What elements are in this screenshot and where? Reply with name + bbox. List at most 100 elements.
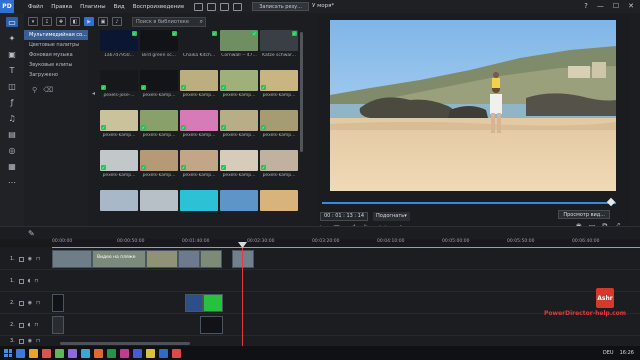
taskbar-app-icon[interactable] xyxy=(146,348,155,358)
taskbar-app-icon[interactable] xyxy=(133,348,142,358)
filter-audio-icon[interactable]: ♪ xyxy=(112,17,122,26)
media-item[interactable]: ✓ Chaika Kitch... xyxy=(180,30,218,58)
maximize-icon[interactable]: ☐ xyxy=(613,2,619,10)
visibility-icon[interactable]: ◉ xyxy=(28,256,32,262)
media-item[interactable]: ✓ pexels-kamp... xyxy=(100,110,138,138)
media-item[interactable]: ✓ pexels-kamp... xyxy=(260,150,298,178)
menu-file[interactable]: Файл xyxy=(28,4,43,10)
taskbar-app-icon[interactable] xyxy=(94,348,103,358)
title-room-icon[interactable]: T xyxy=(6,65,18,75)
track-checkbox[interactable] xyxy=(18,338,24,344)
media-item[interactable] xyxy=(100,190,138,213)
lock-icon[interactable]: ⊓ xyxy=(36,338,40,344)
media-content-dropdown-icon[interactable]: ▾ xyxy=(28,17,38,26)
audio-mixing-icon[interactable]: ♫ xyxy=(6,113,18,123)
timeline-clip[interactable] xyxy=(200,250,222,268)
audio-icon[interactable]: ◖ xyxy=(28,322,31,328)
track-checkbox[interactable] xyxy=(18,322,24,328)
menu-playback[interactable]: Воспроизведение xyxy=(133,4,184,10)
media-item[interactable]: ✓ pexels-kamp... xyxy=(220,110,258,138)
import-media-icon[interactable]: ↧ xyxy=(42,17,52,26)
delete-tag-icon[interactable]: ⌫ xyxy=(43,86,53,94)
menu-edit[interactable]: Правка xyxy=(51,4,72,10)
taskbar-app-icon[interactable] xyxy=(16,348,25,358)
category-media-content[interactable]: Мультимедийная со... xyxy=(24,30,88,40)
timeline-clip[interactable] xyxy=(185,294,203,312)
taskbar-app-icon[interactable] xyxy=(159,348,168,358)
category-downloaded[interactable]: Загружено xyxy=(24,70,88,80)
track-checkbox[interactable] xyxy=(18,300,24,306)
lock-icon[interactable]: ⊓ xyxy=(34,278,38,284)
media-item[interactable]: ✓ pexels-kamp... xyxy=(100,150,138,178)
timeline-clip[interactable] xyxy=(146,250,178,268)
timeline-clip[interactable] xyxy=(200,316,223,334)
media-item[interactable]: ✓ pexels-kamp... xyxy=(180,70,218,98)
timeline-clip[interactable] xyxy=(52,316,64,334)
save-project-icon[interactable] xyxy=(220,2,230,11)
add-tag-icon[interactable]: ⚲ xyxy=(32,86,37,94)
fx-room-icon[interactable]: ƒ xyxy=(6,97,18,107)
media-item[interactable]: ✓ pexels-kamp... xyxy=(260,110,298,138)
taskbar-app-icon[interactable] xyxy=(68,348,77,358)
lock-icon[interactable]: ⊓ xyxy=(34,322,38,328)
close-icon[interactable]: ✕ xyxy=(628,2,634,10)
media-item[interactable]: ✓ pexels-jose-... xyxy=(100,70,138,98)
timeline-ruler[interactable]: 00:00:00 00:00:50:00 00:01:40:00 00:02:30:0… xyxy=(52,239,640,247)
timeline-clip[interactable] xyxy=(203,294,223,312)
collapse-panel-icon[interactable]: ◂ xyxy=(92,90,96,102)
lock-icon[interactable]: ⊓ xyxy=(36,256,40,262)
timeline-scrollbar[interactable] xyxy=(52,342,640,345)
visibility-icon[interactable]: ◉ xyxy=(28,300,32,306)
transition-room-icon[interactable]: ◫ xyxy=(6,81,18,91)
media-item[interactable]: ✓ pexels-kamp... xyxy=(140,150,178,178)
undo-icon[interactable] xyxy=(233,2,243,11)
filter-video-icon[interactable]: ▶ xyxy=(84,17,94,26)
menu-plugins[interactable]: Плагины xyxy=(80,4,105,10)
explore-icon[interactable]: ◧ xyxy=(70,17,80,26)
voice-record-icon[interactable]: ▤ xyxy=(6,129,18,139)
media-room-icon[interactable]: ▭ xyxy=(6,17,18,27)
timeline-clip[interactable] xyxy=(178,250,200,268)
timeline-clip[interactable]: Видео на пляже xyxy=(92,250,146,268)
taskbar-app-icon[interactable] xyxy=(172,348,181,358)
new-project-icon[interactable] xyxy=(194,2,204,11)
language-indicator[interactable]: DEU xyxy=(603,350,614,356)
media-item[interactable]: ✓ pexels-kamp... xyxy=(140,110,178,138)
timeline-clip[interactable] xyxy=(52,250,92,268)
quality-dropdown[interactable]: Подогнать ▾ xyxy=(373,211,410,221)
timecode-display[interactable]: 00 : 01 : 13 : 14 xyxy=(320,211,369,221)
category-color-boards[interactable]: Цветовые палитры xyxy=(24,40,88,50)
media-item[interactable]: ✓ Cornwall -- 47... xyxy=(220,30,258,58)
help-icon[interactable]: ? xyxy=(584,2,588,10)
media-item[interactable]: ✓ Bird green sc... xyxy=(140,30,178,58)
pip-room-icon[interactable]: ▣ xyxy=(6,49,18,59)
library-scrollbar[interactable] xyxy=(300,32,303,152)
lock-icon[interactable]: ⊓ xyxy=(36,300,40,306)
visibility-icon[interactable]: ◉ xyxy=(28,338,32,344)
seek-knob[interactable] xyxy=(606,197,616,207)
category-sound-clips[interactable]: Звуковые клипы xyxy=(24,60,88,70)
menu-view[interactable]: Вид xyxy=(114,4,125,10)
media-item[interactable]: ✓ pexels-kamp... xyxy=(220,70,258,98)
media-item[interactable] xyxy=(140,190,178,213)
search-icon[interactable]: ⌕ xyxy=(200,18,203,26)
media-item[interactable] xyxy=(260,190,298,213)
media-item[interactable]: ✓ pexels-kamp... xyxy=(260,70,298,98)
taskbar-app-icon[interactable] xyxy=(107,348,116,358)
media-item[interactable] xyxy=(220,190,258,213)
scroll-thumb[interactable] xyxy=(60,342,190,345)
media-item[interactable]: ✓ pexels-kamp... xyxy=(180,110,218,138)
start-button[interactable] xyxy=(4,349,12,357)
library-search-input[interactable]: Поиск в библиотеке ⌕ xyxy=(132,16,206,27)
timeline-clip[interactable] xyxy=(52,294,64,312)
chapter-room-icon[interactable]: ◎ xyxy=(6,145,18,155)
clock[interactable]: 16:26 xyxy=(620,350,634,356)
taskbar-app-icon[interactable] xyxy=(42,348,51,358)
subtitle-room-icon[interactable]: ▦ xyxy=(6,161,18,171)
taskbar-app-icon[interactable] xyxy=(120,348,129,358)
minimize-icon[interactable]: — xyxy=(597,2,604,10)
taskbar-app-icon[interactable] xyxy=(81,348,90,358)
produce-button[interactable]: Записать резу... xyxy=(252,2,309,11)
more-rooms-icon[interactable]: ⋯ xyxy=(6,177,18,187)
audio-icon[interactable]: ◖ xyxy=(28,278,31,284)
